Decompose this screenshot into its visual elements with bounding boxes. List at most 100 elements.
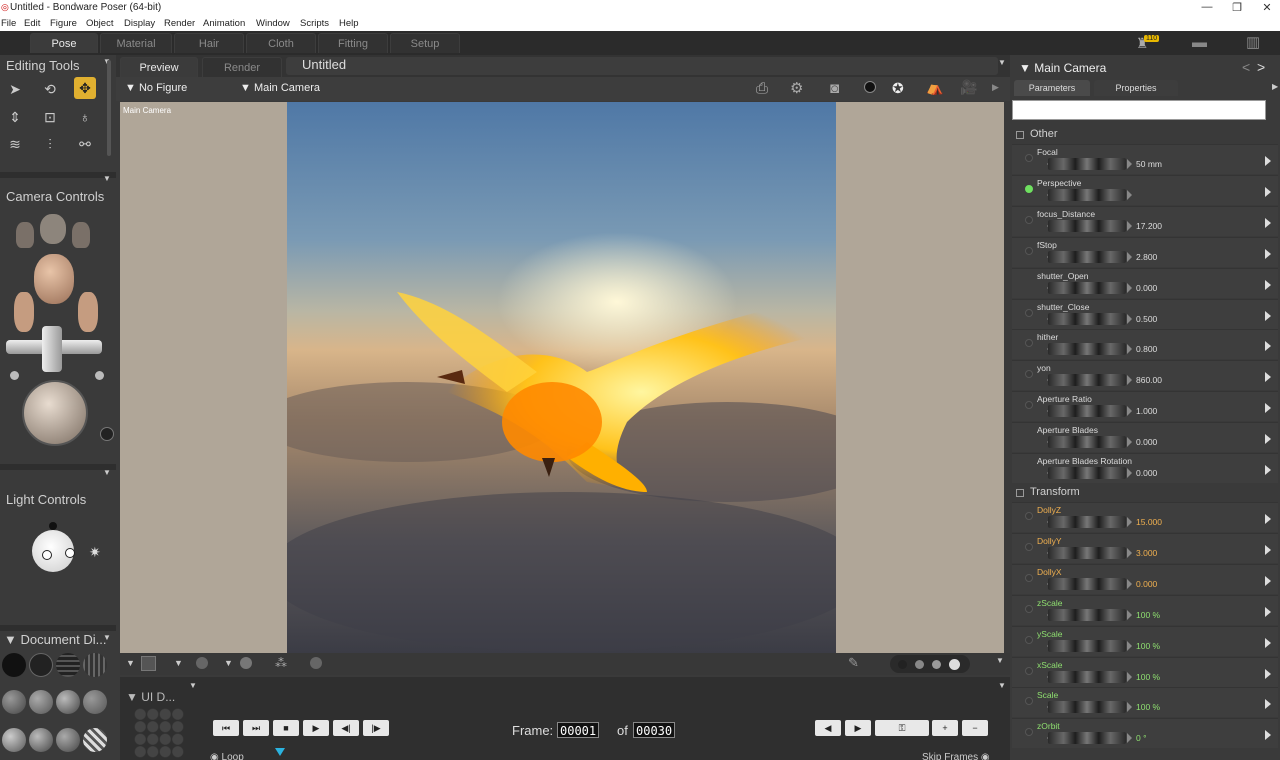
- tab-fitting[interactable]: Fitting: [318, 33, 388, 53]
- camera-snapshot-icon[interactable]: ⎙: [756, 80, 768, 97]
- parameter-dial[interactable]: [1048, 670, 1126, 683]
- parameter-selected-radio[interactable]: [1025, 573, 1033, 582]
- parameter-selected-radio[interactable]: [1025, 635, 1033, 644]
- view-mode-dot[interactable]: [932, 660, 941, 669]
- camera-gear-icon[interactable]: ⚙: [790, 79, 803, 97]
- move-camera-icon[interactable]: [100, 427, 114, 441]
- remove-key-button[interactable]: −: [962, 720, 988, 736]
- render-settings-icon[interactable]: ⛺: [926, 79, 943, 96]
- next-key-button[interactable]: ▶: [845, 720, 871, 736]
- chat-icon[interactable]: ▬: [1192, 34, 1207, 51]
- parameter-selected-radio[interactable]: [1025, 184, 1033, 193]
- wireframe-style-icon[interactable]: [56, 653, 80, 677]
- parameter-dial[interactable]: [1048, 467, 1126, 479]
- parameter-dial[interactable]: [1048, 701, 1126, 714]
- ui-dots-grid[interactable]: [134, 708, 184, 758]
- dial-increment-icon[interactable]: [1127, 609, 1132, 620]
- parameter-value[interactable]: 3.000: [1136, 548, 1157, 558]
- lit-wireframe-style-icon[interactable]: [2, 690, 26, 714]
- scrollbar[interactable]: [107, 60, 111, 156]
- parameter-value[interactable]: 0.800: [1136, 344, 1157, 354]
- parameter-menu-icon[interactable]: [1265, 403, 1271, 414]
- parameter-selected-radio[interactable]: [1025, 308, 1033, 317]
- panel-title[interactable]: ▼ Main Camera: [1019, 61, 1106, 75]
- menu-animation[interactable]: Animation: [203, 18, 245, 29]
- tab-parameters[interactable]: Parameters: [1014, 80, 1090, 96]
- render-dot-icon[interactable]: [864, 81, 876, 93]
- parameter-menu-icon[interactable]: [1265, 279, 1271, 290]
- flat-lined-style-icon[interactable]: [56, 690, 80, 714]
- parameter-value[interactable]: 0.000: [1136, 437, 1157, 447]
- parameter-value[interactable]: 0.000: [1136, 468, 1157, 478]
- tab-cloth[interactable]: Cloth: [246, 33, 316, 53]
- head-camera-icon[interactable]: [34, 254, 74, 304]
- parameter-value[interactable]: 17.200: [1136, 221, 1162, 231]
- parameter-value[interactable]: 100 %: [1136, 672, 1160, 682]
- parameter-dial[interactable]: [1048, 343, 1126, 356]
- tab-material[interactable]: Material: [100, 33, 172, 53]
- parameter-menu-icon[interactable]: [1265, 156, 1271, 166]
- parameter-dial[interactable]: [1048, 158, 1126, 170]
- close-button[interactable]: ✕: [1252, 1, 1280, 14]
- menu-display[interactable]: Display: [124, 18, 155, 29]
- parameter-dial[interactable]: [1048, 312, 1126, 325]
- hidden-line-style-icon[interactable]: [83, 653, 107, 677]
- dial-increment-icon[interactable]: [1127, 282, 1132, 293]
- add-key-button[interactable]: +: [932, 720, 958, 736]
- prev-frame-button[interactable]: ◀|: [333, 720, 359, 736]
- flat-shaded-style-icon[interactable]: [29, 690, 53, 714]
- multi-sphere-icon[interactable]: ⁂: [275, 656, 287, 670]
- dial-increment-icon[interactable]: [1127, 437, 1132, 448]
- menu-file[interactable]: File: [1, 18, 16, 29]
- camera-dot-icon[interactable]: [95, 371, 104, 380]
- panel-menu-icon[interactable]: ▼: [103, 174, 111, 183]
- library-icon[interactable]: ▥: [1246, 33, 1260, 51]
- menu-help[interactable]: Help: [339, 18, 359, 29]
- parameter-value[interactable]: 100 %: [1136, 702, 1160, 712]
- render-target-icon[interactable]: ✪: [892, 80, 904, 97]
- parameter-dial[interactable]: [1048, 608, 1126, 621]
- parameter-menu-icon[interactable]: [1265, 606, 1271, 617]
- dial-increment-icon[interactable]: [1127, 313, 1132, 324]
- dial-increment-icon[interactable]: [1127, 517, 1132, 527]
- parameter-value[interactable]: 100 %: [1136, 641, 1160, 651]
- tracking-sphere-icon[interactable]: [310, 657, 322, 669]
- face-camera-icon[interactable]: [40, 214, 66, 244]
- parameter-menu-icon[interactable]: [1265, 637, 1271, 648]
- play-button[interactable]: ▶: [303, 720, 329, 736]
- prev-key-button[interactable]: ◀: [815, 720, 841, 736]
- parameter-value[interactable]: 2.800: [1136, 252, 1157, 262]
- parameter-menu-icon[interactable]: [1265, 372, 1271, 383]
- dial-increment-icon[interactable]: [1127, 671, 1132, 682]
- minimize-button[interactable]: —: [1192, 1, 1222, 13]
- parameter-dial[interactable]: [1048, 374, 1126, 387]
- panel-menu-icon[interactable]: ▼: [103, 633, 111, 642]
- parameter-dial[interactable]: [1048, 546, 1126, 559]
- morph-tool-icon[interactable]: ⚯: [74, 133, 96, 155]
- pencil-icon[interactable]: ✎: [848, 655, 859, 671]
- light-handle-icon[interactable]: [42, 550, 52, 560]
- parameter-menu-icon[interactable]: [1265, 186, 1271, 197]
- parameter-selected-radio[interactable]: [1025, 542, 1033, 551]
- dial-increment-icon[interactable]: [1127, 702, 1132, 713]
- twist-tool-icon[interactable]: ♁: [74, 106, 96, 128]
- figure-dropdown[interactable]: ▼ No Figure: [125, 82, 187, 94]
- smooth-lined-style-icon[interactable]: [56, 728, 80, 752]
- preview-style-icon[interactable]: [83, 728, 107, 752]
- dropdown-arrow-icon[interactable]: ▼: [126, 658, 135, 668]
- toolbar-more-icon[interactable]: ▶: [992, 82, 999, 93]
- parameter-selected-radio[interactable]: [1025, 215, 1033, 224]
- parameter-selected-radio[interactable]: [1025, 154, 1033, 162]
- panel-menu-icon[interactable]: ▼: [103, 468, 111, 477]
- movie-camera-icon[interactable]: 🎥: [960, 79, 977, 96]
- tab-render[interactable]: Render: [202, 57, 282, 77]
- panel-menu-icon[interactable]: ▼: [189, 681, 197, 690]
- tab-pose[interactable]: Pose: [30, 33, 98, 53]
- parameter-menu-icon[interactable]: [1265, 310, 1271, 321]
- next-actor-icon[interactable]: >: [1257, 59, 1265, 75]
- taper-tool-icon[interactable]: ≋: [4, 133, 26, 155]
- other-collapse-toggle[interactable]: [1016, 131, 1024, 139]
- parameter-value[interactable]: 15.000: [1136, 517, 1162, 527]
- menu-window[interactable]: Window: [256, 18, 290, 29]
- parameter-dial[interactable]: [1048, 281, 1126, 294]
